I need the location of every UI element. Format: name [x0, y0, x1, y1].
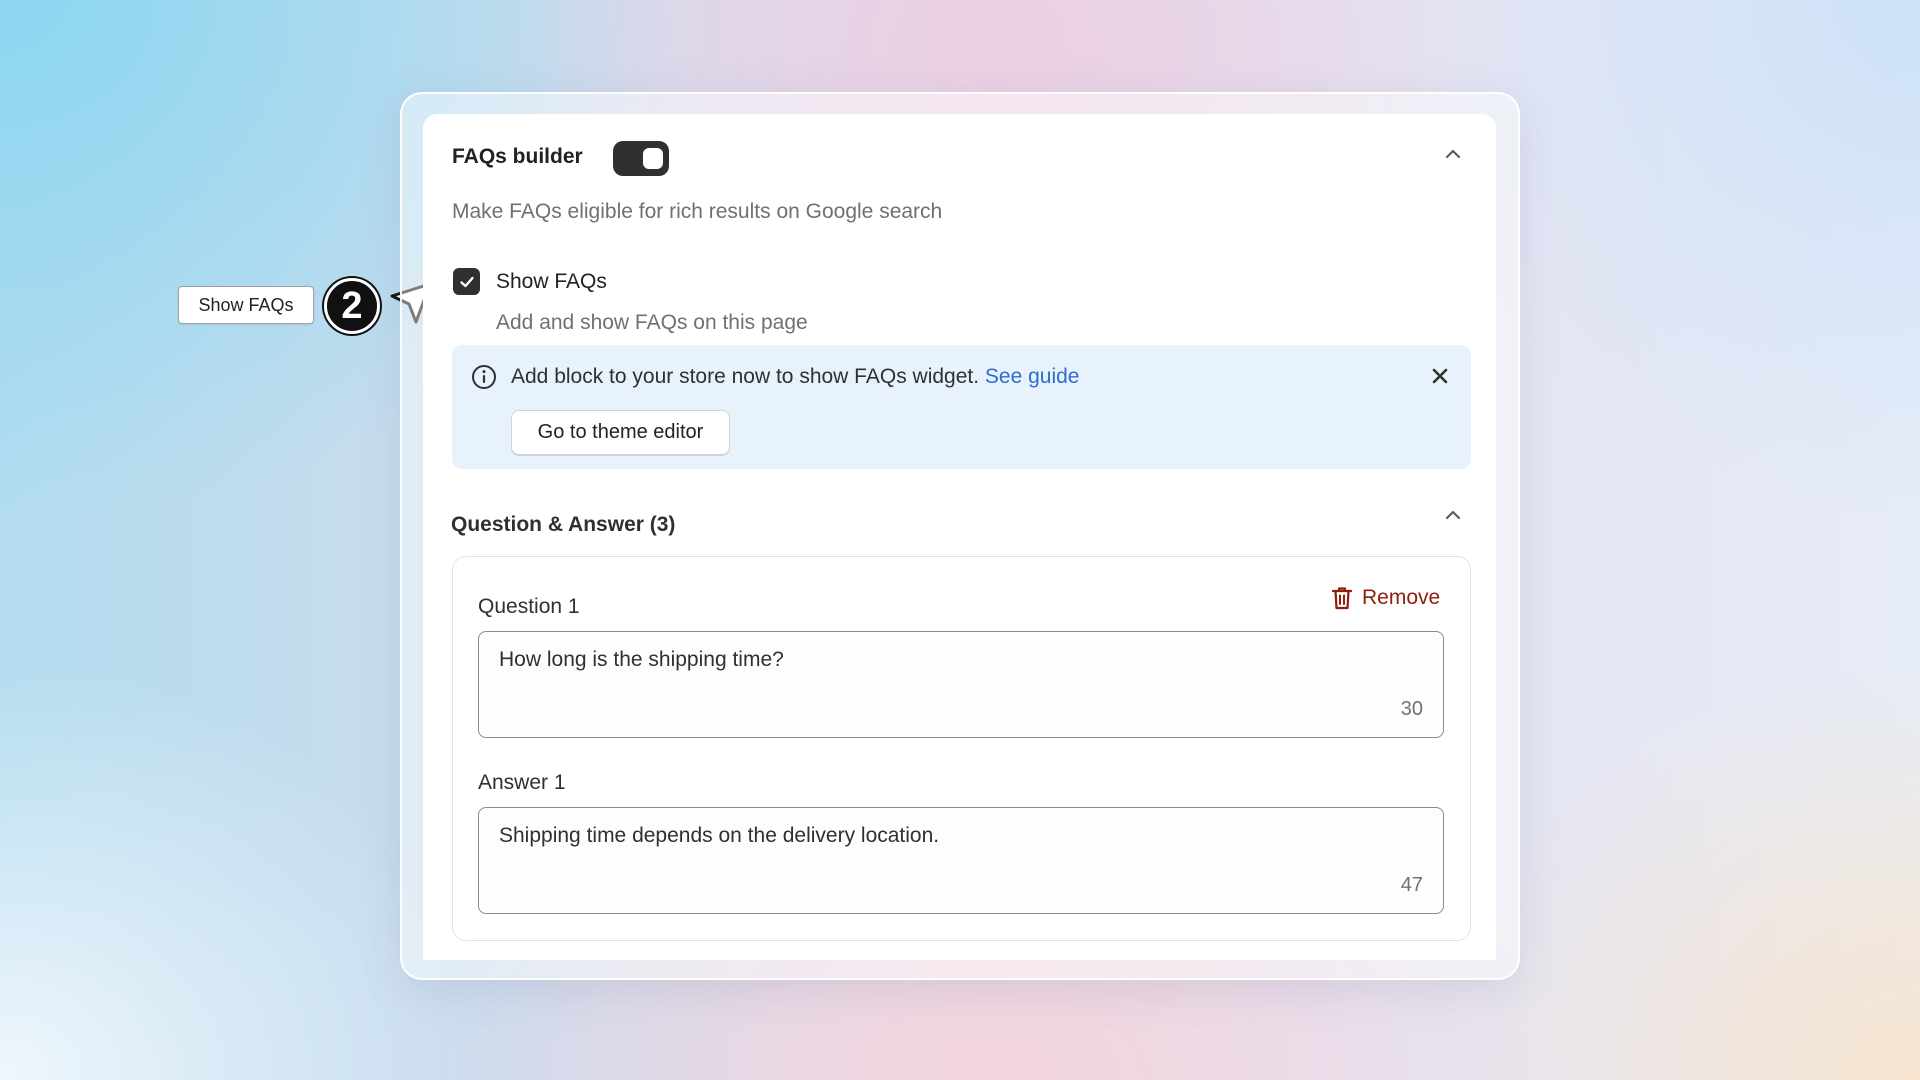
answer-value: Shipping time depends on the delivery lo…: [499, 824, 940, 847]
question-label: Question 1: [478, 595, 580, 618]
answer-label: Answer 1: [478, 771, 566, 794]
chevron-up-icon[interactable]: [1442, 504, 1464, 526]
step-number-badge: 2: [324, 278, 380, 334]
chevron-up-icon[interactable]: [1442, 143, 1464, 165]
remove-label: Remove: [1362, 586, 1441, 609]
question-textarea[interactable]: How long is the shipping time? 30: [478, 631, 1444, 738]
see-guide-link[interactable]: See guide: [985, 365, 1080, 388]
trash-icon: [1331, 587, 1353, 610]
faqs-builder-toggle[interactable]: [613, 141, 669, 176]
show-faqs-label[interactable]: Show FAQs: [496, 270, 607, 294]
answer-char-count: 47: [1400, 874, 1423, 896]
banner-message: Add block to your store now to show FAQs…: [511, 365, 1080, 389]
banner-message-text: Add block to your store now to show FAQs…: [511, 365, 980, 388]
question-value: How long is the shipping time?: [499, 648, 784, 671]
question-char-count: 30: [1400, 698, 1423, 720]
show-faqs-checkbox[interactable]: [453, 268, 480, 295]
annotation-label: Show FAQs: [178, 286, 314, 324]
checkmark-icon: [459, 276, 474, 287]
info-icon: [472, 365, 496, 389]
qa-section-title: Question & Answer (3): [451, 513, 676, 536]
close-icon[interactable]: [1428, 364, 1452, 388]
card-description: Make FAQs eligible for rich results on G…: [452, 200, 943, 223]
answer-textarea[interactable]: Shipping time depends on the delivery lo…: [478, 807, 1444, 914]
go-to-theme-editor-button[interactable]: Go to theme editor: [511, 410, 730, 455]
show-faqs-help-text: Add and show FAQs on this page: [496, 311, 808, 334]
remove-button[interactable]: Remove: [1330, 585, 1440, 611]
card-title: FAQs builder: [452, 145, 583, 168]
